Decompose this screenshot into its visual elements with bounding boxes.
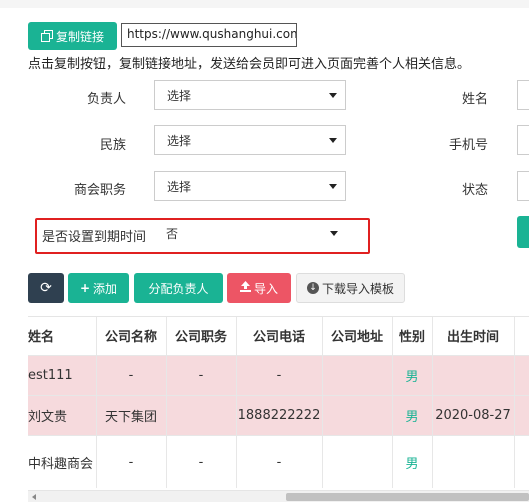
- table-header-row: 姓名 公司名称 公司职务 公司电话 公司地址 性别 出生时间 年: [28, 317, 529, 356]
- search-button[interactable]: [517, 216, 529, 248]
- add-button[interactable]: + 添加: [68, 273, 129, 303]
- table-cell: -: [96, 355, 167, 396]
- ethnic-label: 民族: [99, 138, 126, 153]
- share-hint: 点击复制按钮，复制链接地址，发送给会员即可进入页面完善个人相关信息。: [28, 57, 471, 72]
- column-header[interactable]: 公司职务: [166, 317, 237, 356]
- column-header[interactable]: 姓名: [28, 317, 97, 356]
- download-icon: ↓: [306, 282, 319, 294]
- copy-link-label: 复制链接: [55, 29, 104, 44]
- chevron-down-icon: [329, 138, 337, 143]
- expire-label: 是否设置到期时间: [42, 230, 147, 245]
- table-row[interactable]: est111 - - - 男: [28, 355, 529, 396]
- table-cell: 中科趣商会: [28, 435, 97, 488]
- copy-link-button[interactable]: 复制链接: [28, 22, 117, 50]
- table-cell: [432, 355, 515, 396]
- name-input[interactable]: [517, 80, 529, 110]
- table-cell: 刘文贵: [28, 395, 97, 436]
- table-cell: [322, 395, 393, 436]
- table-cell: [432, 435, 515, 488]
- ethnic-select[interactable]: 选择: [154, 125, 346, 155]
- add-label: 添加: [93, 281, 118, 296]
- column-header[interactable]: 公司名称: [96, 317, 167, 356]
- table-cell: 天下集团: [96, 395, 167, 436]
- position-select[interactable]: 选择: [154, 171, 346, 201]
- phone-label: 手机号: [448, 138, 488, 153]
- column-header[interactable]: 性别: [392, 317, 433, 356]
- column-header[interactable]: 出生时间: [432, 317, 515, 356]
- column-header[interactable]: 公司地址: [322, 317, 393, 356]
- table-cell: 1888222222: [236, 395, 323, 436]
- position-label: 商会职务: [73, 183, 126, 198]
- status-label: 状态: [461, 183, 488, 198]
- column-header[interactable]: 年: [514, 317, 529, 356]
- ethnic-select-value: 选择: [167, 134, 192, 148]
- position-select-value: 选择: [167, 180, 192, 194]
- table-cell: [322, 355, 393, 396]
- status-select[interactable]: [517, 171, 529, 201]
- scrollbar-thumb[interactable]: [286, 493, 529, 501]
- top-strip: [0, 0, 529, 8]
- table-cell: [322, 435, 393, 488]
- horizontal-scrollbar[interactable]: [28, 490, 529, 502]
- table-cell: -: [166, 355, 237, 396]
- import-label: 导入: [253, 281, 278, 296]
- assign-label: 分配负责人: [148, 281, 209, 296]
- leader-select-value: 选择: [167, 89, 192, 103]
- table-cell: [514, 395, 529, 436]
- table-cell: -: [96, 435, 167, 488]
- download-template-button[interactable]: ↓ 下载导入模板: [296, 273, 405, 303]
- table-cell: [514, 355, 529, 396]
- table-cell: 2020-08-27: [432, 395, 515, 436]
- plus-icon: +: [79, 281, 91, 295]
- share-url-field[interactable]: https://www.qushanghui.com/: [121, 23, 297, 47]
- refresh-button[interactable]: ⟳: [28, 273, 64, 303]
- table-row[interactable]: 刘文贵 天下集团 1888222222 男 2020-08-27: [28, 395, 529, 436]
- chevron-down-icon: [330, 231, 338, 236]
- table-cell: -: [236, 435, 323, 488]
- chevron-down-icon: [329, 184, 337, 189]
- expire-select[interactable]: 否: [154, 219, 346, 249]
- refresh-icon: ⟳: [40, 280, 52, 296]
- import-button[interactable]: 导入: [227, 273, 291, 303]
- scroll-left-icon[interactable]: [32, 494, 36, 500]
- chevron-down-icon: [329, 93, 337, 98]
- leader-label: 负责人: [86, 92, 126, 107]
- table-cell: est111: [28, 355, 97, 396]
- upload-icon: [239, 281, 251, 295]
- table-row[interactable]: 中科趣商会 - - - 男: [28, 435, 529, 488]
- table-cell: 男: [392, 435, 433, 488]
- member-table: 姓名 公司名称 公司职务 公司电话 公司地址 性别 出生时间 年 est111 …: [28, 316, 529, 488]
- table-cell: [514, 435, 529, 488]
- table-cell: [166, 395, 237, 436]
- expire-select-value: 否: [166, 227, 179, 241]
- name-label: 姓名: [461, 92, 488, 107]
- column-header[interactable]: 公司电话: [236, 317, 323, 356]
- table-cell: -: [236, 355, 323, 396]
- table-cell: 男: [392, 395, 433, 436]
- phone-input[interactable]: [517, 125, 529, 155]
- download-label: 下载导入模板: [321, 281, 394, 296]
- leader-select[interactable]: 选择: [154, 80, 346, 110]
- copy-icon: [40, 30, 53, 42]
- table-cell: 男: [392, 355, 433, 396]
- assign-leader-button[interactable]: 分配负责人: [134, 273, 223, 303]
- table-cell: -: [166, 435, 237, 488]
